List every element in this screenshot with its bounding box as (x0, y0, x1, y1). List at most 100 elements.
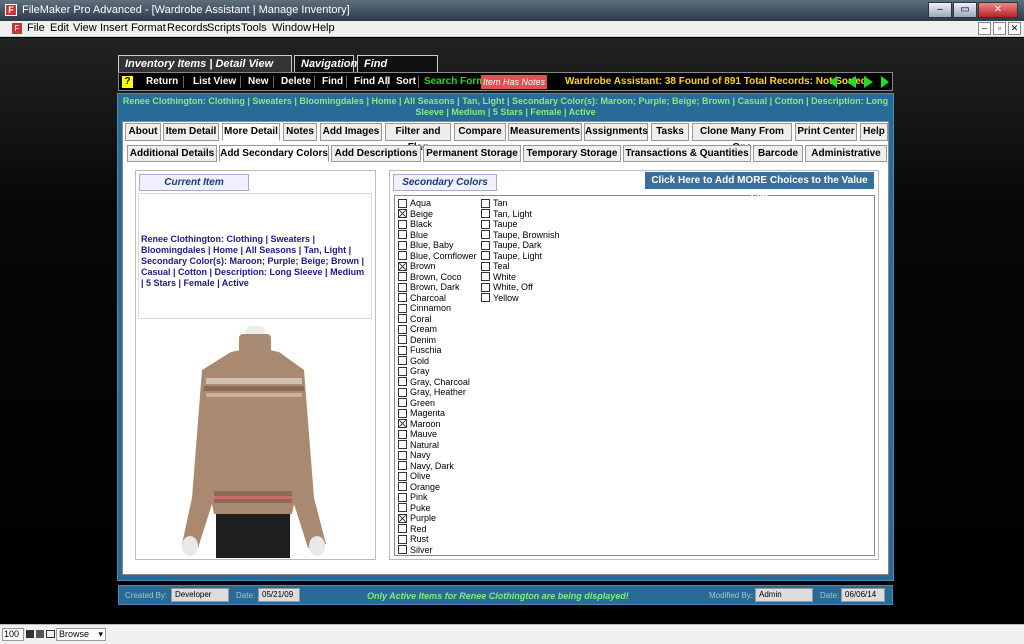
color-option[interactable]: Orange (398, 482, 477, 493)
find-button[interactable]: Find (322, 76, 343, 87)
menu-tools[interactable]: Tools (241, 22, 267, 34)
tab-add-images[interactable]: Add Images (320, 123, 382, 141)
checkbox[interactable] (398, 303, 407, 313)
color-option[interactable]: Green (398, 398, 477, 409)
color-option[interactable]: Taupe, Brownish (481, 230, 560, 241)
color-option[interactable]: Navy (398, 450, 477, 461)
tab-administrative[interactable]: Administrative (805, 145, 887, 162)
color-option[interactable]: Rust (398, 534, 477, 545)
color-option[interactable]: Cinnamon (398, 303, 477, 314)
checkbox[interactable] (398, 513, 407, 523)
checkbox[interactable] (398, 461, 407, 471)
checkbox[interactable] (398, 261, 407, 271)
zoom-in-icon[interactable] (36, 630, 44, 638)
checkbox[interactable] (481, 251, 490, 261)
checkbox[interactable] (398, 251, 407, 261)
modified-date-field[interactable]: 06/06/14 (841, 588, 885, 602)
search-form-button[interactable]: Search Form (424, 76, 485, 87)
checkbox[interactable] (398, 419, 407, 429)
checkbox[interactable] (398, 534, 407, 544)
tab-about[interactable]: About (125, 123, 161, 141)
checkbox[interactable] (398, 345, 407, 355)
mdi-close-button[interactable]: ✕ (1008, 22, 1021, 35)
delete-button[interactable]: Delete (281, 76, 311, 87)
tab-print-center[interactable]: Print Center (795, 123, 857, 141)
tab-add-secondary-colors[interactable]: Add Secondary Colors (219, 145, 329, 162)
tab-permanent-storage[interactable]: Permanent Storage (423, 145, 521, 162)
checkbox[interactable] (398, 524, 407, 534)
tab-add-descriptions[interactable]: Add Descriptions (331, 145, 421, 162)
checkbox[interactable] (398, 545, 407, 555)
item-has-notes-badge[interactable]: Item Has Notes (481, 75, 547, 89)
tab-additional-details[interactable]: Additional Details (127, 145, 217, 162)
color-option[interactable]: Gold (398, 356, 477, 367)
checkbox[interactable] (481, 240, 490, 250)
color-option[interactable]: Mauve (398, 429, 477, 440)
menu-window[interactable]: Window (272, 22, 311, 34)
first-record-icon[interactable] (829, 76, 837, 88)
checkbox[interactable] (481, 219, 490, 229)
checkbox[interactable] (398, 450, 407, 460)
checkbox[interactable] (398, 356, 407, 366)
color-option[interactable]: Gray, Heather (398, 387, 477, 398)
color-option[interactable]: Gray, Charcoal (398, 377, 477, 388)
checkbox[interactable] (398, 314, 407, 324)
zoom-level[interactable]: 100 (2, 628, 24, 641)
color-option[interactable]: Taupe (481, 219, 560, 230)
checkbox[interactable] (398, 482, 407, 492)
tab-clone-many-from-one[interactable]: Clone Many From One (692, 123, 792, 153)
tab-barcode[interactable]: Barcode (753, 145, 803, 162)
checkbox[interactable] (481, 293, 490, 303)
color-option[interactable]: Blue, Baby (398, 240, 477, 251)
tab-detail-view-toolbar[interactable]: Inventory Items | Detail View Toolbar (118, 55, 292, 86)
created-date-field[interactable]: 05/21/09 (258, 588, 300, 602)
checkbox[interactable] (398, 471, 407, 481)
tab-tasks[interactable]: Tasks (651, 123, 689, 141)
checkbox[interactable] (398, 230, 407, 240)
color-option[interactable]: Denim (398, 335, 477, 346)
tab-navigation[interactable]: Navigation (294, 55, 357, 73)
menu-help[interactable]: Help (312, 22, 335, 34)
checkbox[interactable] (481, 209, 490, 219)
mode-selector[interactable]: Browse ▾ (56, 628, 106, 641)
tab-filter-and-flag[interactable]: Filter and Flag (385, 123, 451, 153)
checkbox[interactable] (398, 398, 407, 408)
checkbox[interactable] (398, 198, 407, 208)
menu-records[interactable]: Records (167, 22, 208, 34)
tab-item-detail[interactable]: Item Detail (163, 123, 219, 141)
checkbox[interactable] (398, 429, 407, 439)
color-option[interactable]: Gray (398, 366, 477, 377)
color-option[interactable]: Brown (398, 261, 477, 272)
help-icon[interactable]: ? (122, 76, 133, 88)
menu-edit[interactable]: Edit (50, 22, 69, 34)
modified-by-field[interactable]: Admin (755, 588, 813, 602)
color-option[interactable]: Yellow (481, 293, 560, 304)
color-option[interactable]: Tan, Light (481, 209, 560, 220)
menu-view[interactable]: View (73, 22, 97, 34)
checkbox[interactable] (481, 230, 490, 240)
menu-scripts[interactable]: Scripts (207, 22, 241, 34)
mdi-minimize-button[interactable]: – (978, 22, 991, 35)
tab-temporary-storage[interactable]: Temporary Storage (523, 145, 621, 162)
color-option[interactable]: Cream (398, 324, 477, 335)
color-option[interactable]: Brown, Coco (398, 272, 477, 283)
color-option[interactable]: Silver (398, 545, 477, 556)
menu-format[interactable]: Format (131, 22, 166, 34)
checkbox[interactable] (481, 261, 490, 271)
checkbox[interactable] (398, 492, 407, 502)
color-option[interactable]: Teal (481, 261, 560, 272)
color-option[interactable]: Maroon (398, 419, 477, 430)
color-option[interactable]: Navy, Dark (398, 461, 477, 472)
find-all-button[interactable]: Find All (354, 76, 390, 87)
tab-more-detail[interactable]: More Detail (222, 123, 280, 141)
tab-transactions-quantities[interactable]: Transactions & Quantities (623, 145, 751, 162)
checkbox[interactable] (398, 440, 407, 450)
color-option[interactable]: Blue (398, 230, 477, 241)
next-record-icon[interactable] (864, 76, 873, 88)
last-record-icon[interactable] (881, 76, 889, 88)
zoom-out-icon[interactable] (26, 630, 34, 638)
color-option[interactable]: Black (398, 219, 477, 230)
color-option[interactable]: Taupe, Dark (481, 240, 560, 251)
color-option[interactable]: Blue, Cornflower (398, 251, 477, 262)
checkbox[interactable] (398, 293, 407, 303)
